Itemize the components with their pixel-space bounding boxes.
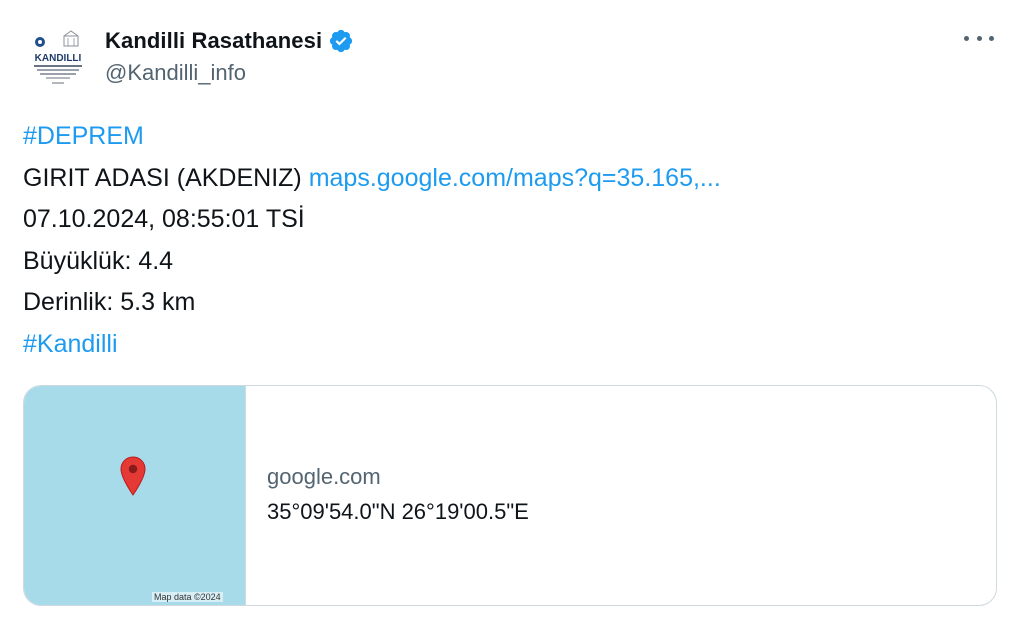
svg-text:KANDILLI: KANDILLI <box>35 53 82 64</box>
more-options-icon[interactable] <box>964 28 994 48</box>
tweet: KANDILLI Kandilli Rasathanesi @Kandilli_… <box>0 0 1024 621</box>
dot-icon <box>964 35 969 41</box>
map-thumbnail: Map data ©2024 <box>24 386 245 605</box>
verified-badge-icon[interactable] <box>328 28 354 54</box>
hashtag-deprem[interactable]: #DEPREM <box>23 122 144 150</box>
location-text: GIRIT ADASI (AKDENIZ) <box>23 163 309 192</box>
card-title: 35°09'54.0"N 26°19'00.5"E <box>267 499 529 524</box>
map-attribution: Map data ©2024 <box>152 592 223 602</box>
kandilli-logo: KANDILLI <box>25 27 91 93</box>
link-preview-card[interactable]: Map data ©2024 google.com 35°09'54.0"N 2… <box>23 385 997 606</box>
author-display-name[interactable]: Kandilli Rasathanesi <box>105 28 322 54</box>
author-handle[interactable]: @Kandilli_info <box>105 60 246 86</box>
author-name-row: Kandilli Rasathanesi <box>105 26 354 56</box>
map-link[interactable]: maps.google.com/maps?q=35.165,... <box>309 164 721 192</box>
hashtag-kandilli[interactable]: #Kandilli <box>23 330 118 358</box>
card-text: google.com 35°09'54.0"N 26°19'00.5"E <box>245 386 529 605</box>
datetime-text: 07.10.2024, 08:55:01 TSİ <box>23 205 305 233</box>
avatar[interactable]: KANDILLI <box>24 26 92 94</box>
card-domain: google.com <box>267 464 381 489</box>
depth-text: Derinlik: 5.3 km <box>23 288 196 316</box>
tweet-body: #DEPREM GIRIT ADASI (AKDENIZ) maps.googl… <box>23 116 1000 365</box>
map-pin-icon <box>120 456 146 496</box>
dot-icon <box>989 35 994 41</box>
dot-icon <box>976 35 982 41</box>
magnitude-text: Büyüklük: 4.4 <box>23 246 174 275</box>
